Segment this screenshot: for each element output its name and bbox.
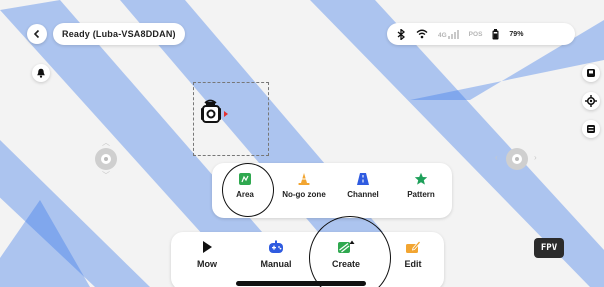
locate-icon	[585, 95, 597, 107]
battery-icon	[492, 28, 499, 39]
bell-icon	[37, 68, 45, 78]
cellular-signal-icon: 4G	[438, 29, 459, 39]
bottom-action-bar: Mow Manual Create Edit	[171, 232, 444, 287]
channel-label: Channel	[347, 190, 379, 199]
home-indicator	[236, 281, 366, 286]
back-button[interactable]	[27, 24, 47, 44]
cellular-label: 4G	[438, 31, 447, 39]
create-channel-option[interactable]: Channel	[338, 172, 388, 199]
pattern-label: Pattern	[407, 190, 435, 199]
task-list-icon	[587, 125, 595, 133]
device-status-pill[interactable]: Ready (Luba-VSA8DDAN)	[53, 23, 185, 45]
edit-pencil-icon	[406, 240, 421, 253]
traffic-cone-icon	[298, 173, 310, 185]
gamepad-icon	[269, 240, 283, 253]
manual-label: Manual	[260, 259, 292, 269]
connection-status-pill[interactable]: 4G POS 79%	[387, 23, 575, 45]
star-icon	[414, 172, 428, 185]
map-layers-button[interactable]	[582, 64, 600, 82]
alert-button[interactable]	[32, 64, 50, 82]
edit-button[interactable]: Edit	[393, 240, 433, 269]
task-list-button[interactable]	[582, 120, 600, 138]
joystick-right-arrow: ›	[534, 153, 537, 162]
manual-button[interactable]: Manual	[251, 240, 301, 269]
map-canvas[interactable]: Ready (Luba-VSA8DDAN) 4G POS 79% ︿ ﹀ ‹ ›…	[0, 0, 604, 287]
right-joystick[interactable]	[506, 148, 528, 170]
mow-label: Mow	[197, 259, 217, 269]
create-no-go-zone-option[interactable]: No-go zone	[274, 172, 334, 199]
mow-button[interactable]: Mow	[187, 240, 227, 269]
joystick-down-arrow: ﹀	[102, 171, 110, 180]
locate-button[interactable]	[582, 92, 600, 110]
battery-percent: 79%	[509, 30, 524, 38]
fpv-label: FPV	[540, 243, 558, 253]
wifi-icon	[416, 29, 428, 39]
rtk-label: POS	[468, 30, 483, 38]
device-status-text: Ready (Luba-VSA8DDAN)	[62, 29, 176, 39]
no-go-zone-label: No-go zone	[282, 190, 326, 199]
fpv-button[interactable]: FPV	[534, 238, 564, 258]
area-highlight-ring	[222, 163, 274, 217]
bluetooth-icon	[397, 28, 406, 40]
play-icon	[203, 241, 212, 253]
joystick-left-arrow: ‹	[495, 153, 498, 162]
mower-robot-icon[interactable]	[200, 99, 230, 127]
robot-mower-icon	[201, 99, 228, 123]
joystick-up-arrow: ︿	[102, 138, 110, 147]
edit-label: Edit	[404, 259, 422, 269]
create-pattern-option[interactable]: Pattern	[396, 172, 446, 199]
channel-road-icon	[357, 173, 369, 185]
map-layers-icon	[587, 69, 595, 77]
left-joystick[interactable]	[95, 148, 117, 170]
chevron-left-icon	[33, 29, 40, 39]
